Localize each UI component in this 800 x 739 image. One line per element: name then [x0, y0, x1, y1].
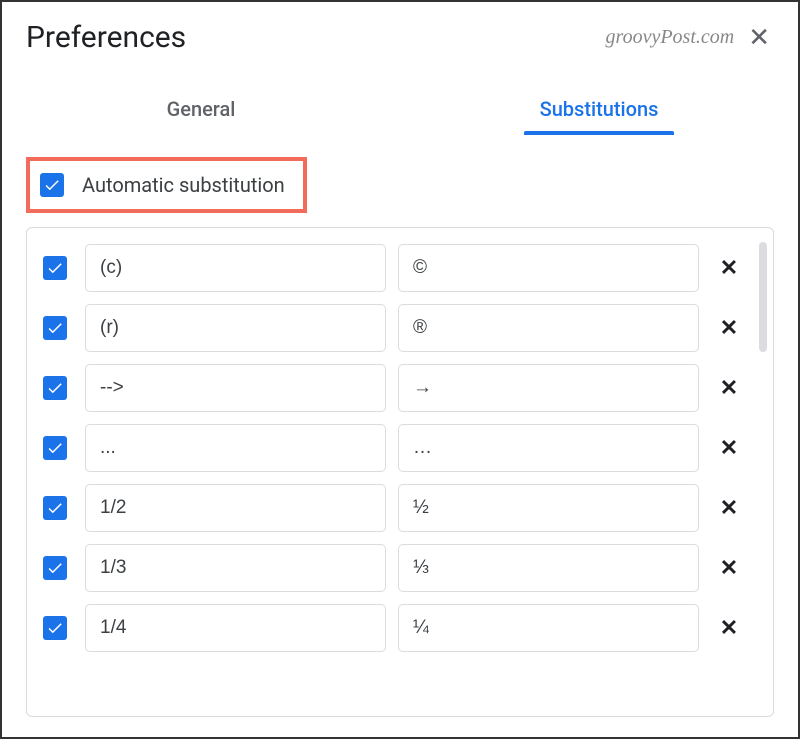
- scrollbar[interactable]: [759, 242, 769, 362]
- substitution-row: ✕: [41, 538, 747, 598]
- replace-input[interactable]: [85, 544, 386, 592]
- tabs-bar: General Substitutions: [2, 85, 798, 135]
- automatic-substitution-row: Automatic substitution: [26, 157, 307, 213]
- with-input[interactable]: [398, 544, 699, 592]
- delete-icon[interactable]: ✕: [711, 556, 747, 581]
- header-right: groovyPost.com ✕: [606, 25, 774, 51]
- preferences-dialog: Preferences groovyPost.com ✕ General Sub…: [0, 0, 800, 739]
- close-icon[interactable]: ✕: [744, 25, 774, 51]
- with-input[interactable]: [398, 424, 699, 472]
- delete-icon[interactable]: ✕: [711, 496, 747, 521]
- substitution-row: ✕: [41, 238, 747, 298]
- substitution-row: ✕: [41, 418, 747, 478]
- replace-input[interactable]: [85, 424, 386, 472]
- substitution-row: ✕: [41, 598, 747, 658]
- check-icon: [46, 619, 64, 637]
- tab-substitutions[interactable]: Substitutions: [400, 85, 798, 135]
- check-icon: [46, 559, 64, 577]
- substitution-checkbox[interactable]: [43, 436, 67, 460]
- automatic-substitution-label: Automatic substitution: [82, 173, 285, 197]
- replace-input[interactable]: [85, 484, 386, 532]
- tab-general[interactable]: General: [2, 85, 400, 135]
- replace-input[interactable]: [85, 364, 386, 412]
- delete-icon[interactable]: ✕: [711, 436, 747, 461]
- substitution-row: ✕: [41, 358, 747, 418]
- substitutions-table: ✕ ✕ ✕ ✕ ✕ ✕ ✕: [26, 227, 774, 717]
- with-input[interactable]: [398, 364, 699, 412]
- substitution-checkbox[interactable]: [43, 316, 67, 340]
- automatic-substitution-checkbox[interactable]: [40, 173, 64, 197]
- with-input[interactable]: [398, 304, 699, 352]
- delete-icon[interactable]: ✕: [711, 616, 747, 641]
- with-input[interactable]: [398, 484, 699, 532]
- substitution-row: ✕: [41, 478, 747, 538]
- delete-icon[interactable]: ✕: [711, 256, 747, 281]
- substitution-checkbox[interactable]: [43, 496, 67, 520]
- check-icon: [46, 259, 64, 277]
- check-icon: [46, 319, 64, 337]
- with-input[interactable]: [398, 604, 699, 652]
- check-icon: [46, 379, 64, 397]
- substitution-checkbox[interactable]: [43, 556, 67, 580]
- tab-content: Automatic substitution ✕ ✕ ✕ ✕ ✕ ✕ ✕: [2, 135, 798, 717]
- substitutions-scroll[interactable]: ✕ ✕ ✕ ✕ ✕ ✕ ✕: [41, 238, 765, 716]
- scrollbar-thumb[interactable]: [759, 242, 767, 352]
- watermark-text: groovyPost.com: [606, 26, 735, 49]
- substitution-checkbox[interactable]: [43, 616, 67, 640]
- dialog-header: Preferences groovyPost.com ✕: [2, 2, 798, 65]
- substitution-checkbox[interactable]: [43, 376, 67, 400]
- delete-icon[interactable]: ✕: [711, 376, 747, 401]
- substitution-row: ✕: [41, 298, 747, 358]
- replace-input[interactable]: [85, 604, 386, 652]
- substitution-checkbox[interactable]: [43, 256, 67, 280]
- check-icon: [46, 439, 64, 457]
- check-icon: [46, 499, 64, 517]
- replace-input[interactable]: [85, 304, 386, 352]
- delete-icon[interactable]: ✕: [711, 316, 747, 341]
- check-icon: [43, 176, 61, 194]
- replace-input[interactable]: [85, 244, 386, 292]
- with-input[interactable]: [398, 244, 699, 292]
- dialog-title: Preferences: [26, 20, 186, 55]
